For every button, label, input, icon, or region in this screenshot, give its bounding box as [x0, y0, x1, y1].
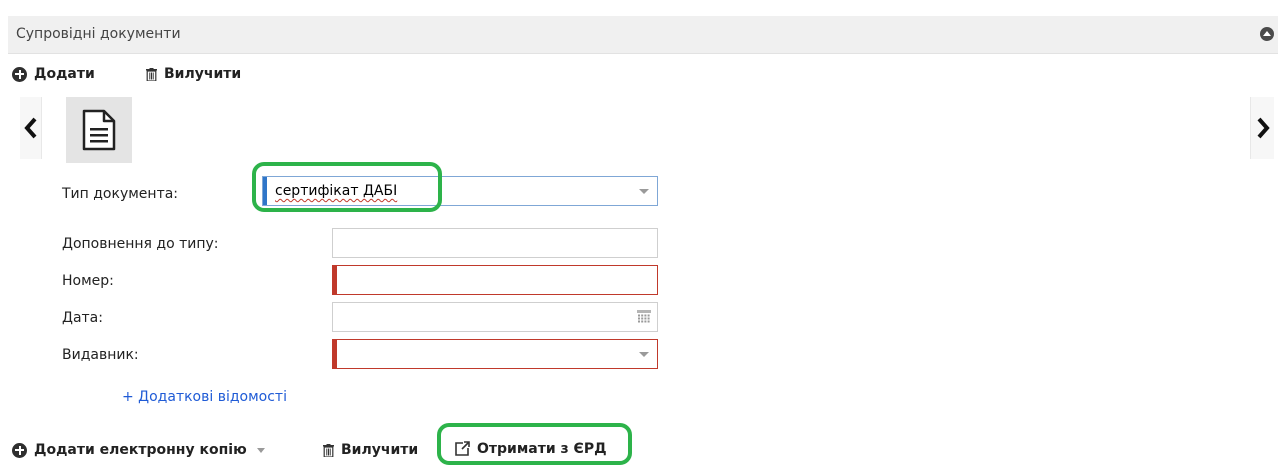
- number-label: Номер:: [62, 273, 114, 289]
- section-header: Супровідні документи: [8, 16, 1278, 54]
- remove-copy-button[interactable]: Вилучити: [323, 442, 418, 458]
- dropdown-arrow-icon[interactable]: [256, 447, 265, 453]
- get-from-erd-label: Отримати з ЄРД: [477, 441, 607, 457]
- plus-circle-icon: [12, 66, 27, 82]
- add-electronic-copy-button[interactable]: Додати електронну копію: [12, 442, 265, 458]
- documents-panel: Супровідні документи Додати Вилучити Тип…: [0, 0, 1278, 465]
- document-icon: [82, 109, 116, 151]
- previous-document-button[interactable]: [20, 97, 42, 159]
- date-input[interactable]: [332, 302, 658, 332]
- type-addition-label: Доповнення до типу:: [62, 236, 219, 252]
- add-document-label: Додати: [34, 66, 95, 82]
- date-label: Дата:: [62, 310, 103, 326]
- number-input[interactable]: [332, 265, 658, 295]
- external-link-icon: [454, 441, 470, 457]
- remove-copy-label: Вилучити: [341, 442, 419, 458]
- doc-type-select[interactable]: сертифікат ДАБІ: [262, 176, 658, 206]
- issuer-label: Видавник:: [62, 347, 139, 363]
- doc-type-value: сертифікат ДАБІ: [275, 183, 398, 199]
- collapse-icon[interactable]: [1260, 27, 1274, 41]
- dropdown-arrow-icon[interactable]: [639, 189, 649, 194]
- section-title: Супровідні документи: [16, 26, 181, 42]
- remove-document-label: Вилучити: [164, 66, 242, 82]
- trash-icon: [146, 67, 157, 81]
- add-document-button[interactable]: Додати: [12, 66, 95, 82]
- remove-document-button[interactable]: Вилучити: [146, 66, 241, 82]
- plus-circle-icon: [12, 442, 27, 458]
- dropdown-arrow-icon[interactable]: [639, 352, 649, 357]
- additional-info-link[interactable]: + Додаткові відомості: [122, 389, 287, 405]
- chevron-right-icon: [1257, 117, 1270, 139]
- get-from-erd-button[interactable]: Отримати з ЄРД: [454, 441, 607, 457]
- chevron-left-icon: [23, 117, 36, 139]
- calendar-icon[interactable]: [637, 310, 651, 324]
- document-thumbnail[interactable]: [66, 97, 132, 163]
- trash-icon: [323, 443, 334, 457]
- issuer-select[interactable]: [332, 339, 658, 369]
- next-document-button[interactable]: [1250, 97, 1274, 159]
- doc-type-label: Тип документа:: [62, 186, 179, 202]
- add-electronic-copy-label: Додати електронну копію: [34, 442, 247, 458]
- type-addition-input[interactable]: [332, 228, 658, 258]
